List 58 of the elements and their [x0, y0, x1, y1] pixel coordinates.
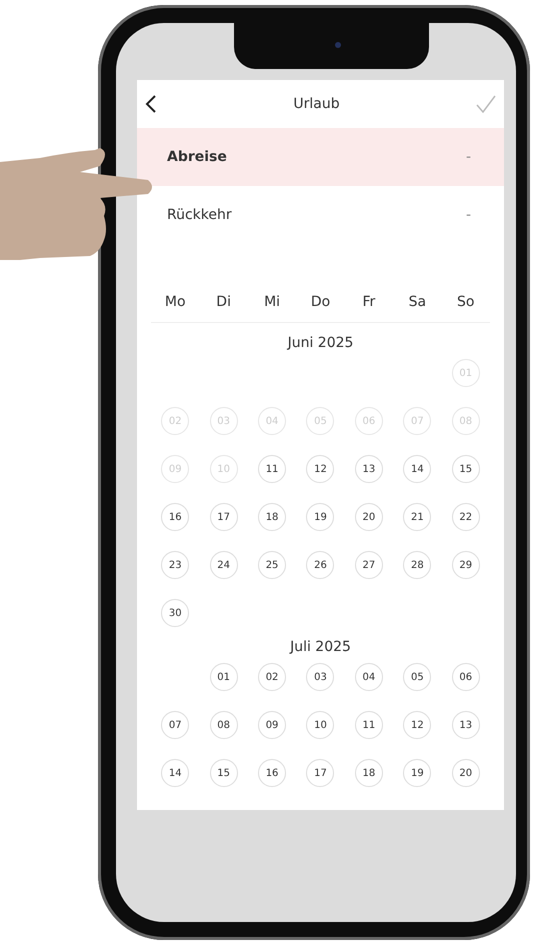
day-button[interactable]: 17 [306, 759, 334, 787]
day-button[interactable]: 10 [306, 711, 334, 739]
weekday-label: Do [310, 294, 332, 310]
day-button[interactable]: 16 [161, 503, 190, 531]
day-button[interactable]: 18 [258, 503, 286, 531]
day-button[interactable]: 07 [161, 711, 190, 739]
day-button[interactable]: 28 [403, 551, 432, 579]
day-button[interactable]: 05 [403, 663, 432, 691]
day-button[interactable]: 20 [354, 503, 383, 531]
screen-title: Urlaub [293, 96, 340, 112]
day-button[interactable]: 11 [354, 711, 383, 739]
day-button[interactable]: 23 [161, 551, 190, 579]
day-button[interactable]: 09 [258, 711, 286, 739]
field-label: Abreise [167, 149, 227, 165]
day-button[interactable]: 26 [306, 551, 334, 579]
day-button[interactable]: 11 [258, 455, 286, 483]
day-button[interactable]: 12 [403, 711, 432, 739]
day-button[interactable]: 14 [403, 455, 432, 483]
day-button[interactable]: 18 [354, 759, 383, 787]
day-button[interactable]: 20 [452, 759, 480, 787]
day-button[interactable]: 02 [258, 663, 286, 691]
day-button[interactable]: 27 [354, 551, 383, 579]
date-field-row[interactable]: Rückkehr - [137, 186, 504, 244]
day-button[interactable]: 15 [452, 455, 480, 483]
day-button[interactable]: 14 [161, 759, 190, 787]
field-label: Rückkehr [167, 207, 232, 223]
day-button[interactable]: 04 [354, 663, 383, 691]
weekday-label: Sa [408, 294, 428, 310]
day-button[interactable]: 24 [210, 551, 238, 579]
day-button[interactable]: 06 [452, 663, 480, 691]
date-field-row[interactable]: Abreise - [137, 128, 504, 186]
day-button[interactable]: 08 [210, 711, 238, 739]
weekday-label: Fr [362, 294, 376, 310]
month-title: Juli 2025 [288, 639, 352, 655]
weekday-label: Mi [263, 294, 282, 310]
weekday-label: So [456, 294, 476, 310]
back-icon[interactable] [145, 95, 157, 113]
day-button[interactable]: 12 [306, 455, 334, 483]
day-button[interactable]: 03 [306, 663, 334, 691]
day-button[interactable]: 13 [452, 711, 480, 739]
day-button[interactable]: 16 [258, 759, 286, 787]
check-icon[interactable] [476, 95, 496, 113]
day-button[interactable]: 30 [161, 599, 190, 627]
day-button[interactable]: 19 [306, 503, 334, 531]
day-button[interactable]: 19 [403, 759, 432, 787]
day-button[interactable]: 13 [354, 455, 383, 483]
field-value: - [466, 207, 471, 223]
day-button[interactable]: 17 [210, 503, 238, 531]
month-title: Juni 2025 [286, 335, 354, 351]
day-button[interactable]: 29 [452, 551, 480, 579]
day-button[interactable]: 25 [258, 551, 286, 579]
weekday-label: Mo [164, 294, 187, 310]
day-button[interactable]: 22 [452, 503, 480, 531]
day-button[interactable]: 21 [403, 503, 432, 531]
weekday-label: Di [215, 294, 232, 310]
day-button[interactable]: 15 [210, 759, 238, 787]
day-button[interactable]: 01 [210, 663, 238, 691]
field-value: - [466, 149, 471, 165]
